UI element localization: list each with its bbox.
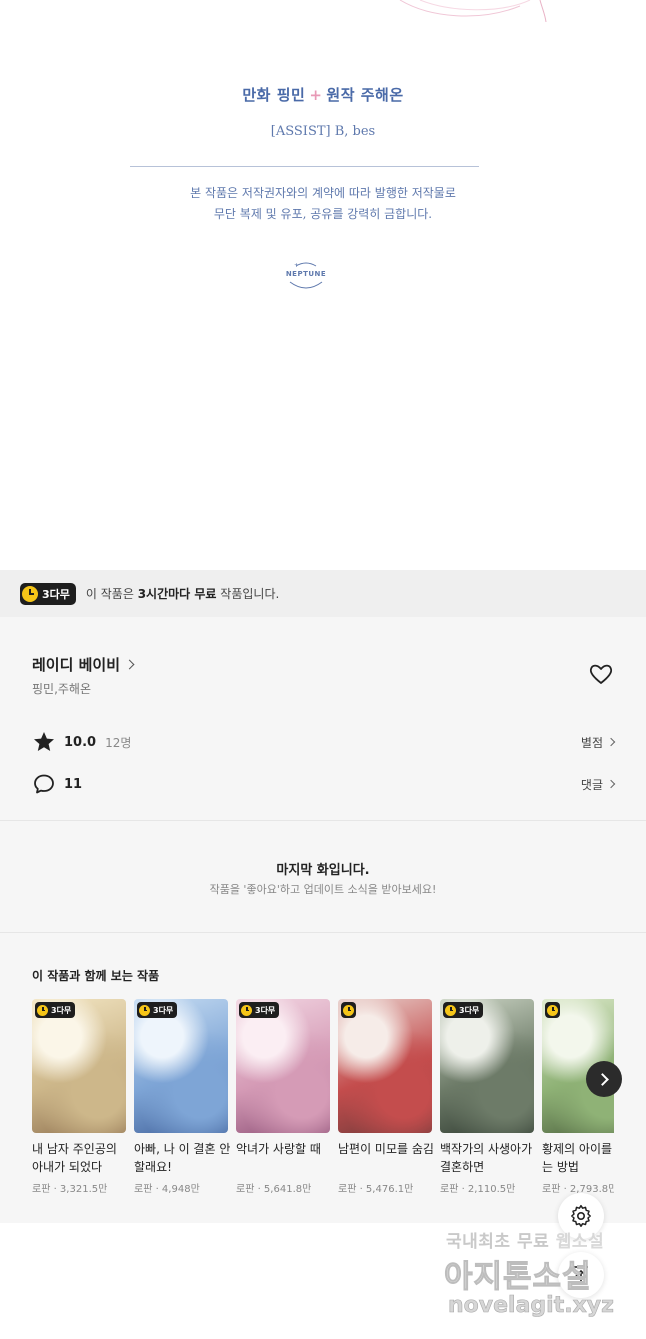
recommendation-card[interactable]: 3다무내 남자 주인공의 아내가 되었다로판 · 3,321.5만: [32, 999, 126, 1195]
recommendation-meta: 로판 · 5,641.8만: [236, 1184, 312, 1195]
recommendation-card[interactable]: 황제의 아이를 숨기는 방법로판 · 2,793.8만: [542, 999, 614, 1195]
copyright-notice-line2: 무단 복제 및 유포, 공유를 강력히 금합니다.: [213, 207, 433, 221]
recommendation-title: 황제의 아이를 숨기는 방법: [542, 1142, 614, 1174]
wait-free-badge: 3다무: [443, 1002, 484, 1018]
plus-sign: +: [309, 86, 323, 104]
recommendation-title: 아빠, 나 이 결혼 안 할래요!: [134, 1142, 231, 1174]
clock-icon: [241, 1004, 252, 1016]
free-banner-text-prefix: 이 작품은: [85, 587, 138, 601]
recommendation-title: 악녀가 사랑할 때: [236, 1142, 321, 1156]
decorative-swirl: [399, 0, 547, 23]
rating-count: 12명: [105, 735, 132, 750]
last-episode-subtitle: 작품을 '좋아요'하고 업데이트 소식을 받아보세요!: [209, 883, 437, 896]
recommendation-card[interactable]: 남편이 미모를 숨김로판 · 5,476.1만: [338, 999, 434, 1195]
recommendation-card[interactable]: 3다무악녀가 사랑할 때로판 · 5,641.8만: [236, 999, 330, 1195]
wait-free-badge-label: 3다무: [459, 1005, 480, 1015]
wait-free-badge-label: 3다무: [153, 1005, 174, 1015]
credit-divider: [130, 166, 479, 167]
clock-icon: [22, 585, 38, 602]
recommendation-meta: 로판 · 2,110.5만: [440, 1184, 516, 1195]
carousel-next-button[interactable]: [586, 1061, 622, 1097]
recommendation-cover: 3다무: [440, 999, 534, 1133]
wait-free-badge: 3다무: [35, 1002, 76, 1018]
recommendations-section: 이 작품과 함께 보는 작품 3다무내 남자 주인공의 아내가 되었다로판 · …: [0, 933, 646, 1223]
wait-free-badge-label: 3다무: [255, 1005, 276, 1015]
wait-free-badge: [545, 1002, 560, 1018]
work-title: 레이디 베이비: [32, 656, 121, 674]
comment-link-label: 댓글: [580, 777, 603, 792]
comment-row: 11 댓글: [32, 771, 616, 797]
free-every-3-hours-banner: 3다무 이 작품은 3시간마다 무료 작품입니다.: [0, 570, 646, 617]
star-icon: [34, 732, 54, 751]
wait-free-badge: 3다무: [137, 1002, 178, 1018]
clock-icon: [37, 1004, 48, 1016]
comment-icon: [34, 774, 54, 794]
original-author: 주해온: [360, 86, 404, 104]
comment-count: 11: [64, 776, 83, 792]
svg-text:+: +: [294, 262, 299, 269]
rating-link[interactable]: 별점: [580, 734, 616, 751]
wait-free-badge: 3다무: [20, 582, 76, 605]
site-watermark: 국내최초 무료 웹소설 아지톤소설 novelagit.xyz: [440, 1223, 640, 1333]
last-episode-notice: 마지막 화입니다. 작품을 '좋아요'하고 업데이트 소식을 받아보세요!: [0, 821, 646, 932]
recommendation-cover: 3다무: [236, 999, 330, 1133]
rating-value: 10.0: [64, 734, 97, 750]
watermark-line1: 국내최초 무료 웹소설: [446, 1227, 604, 1252]
free-banner-text-suffix: 작품입니다.: [216, 587, 280, 601]
clock-icon: [139, 1004, 150, 1016]
studio-logo-mark: +: [289, 262, 323, 289]
wait-free-badge: 3다무: [239, 1002, 280, 1018]
recommendation-meta: 로판 · 3,321.5만: [32, 1184, 108, 1195]
recommendations-title: 이 작품과 함께 보는 작품: [32, 969, 160, 983]
recommendation-card[interactable]: 3다무백작가의 사생아가 결혼하면로판 · 2,110.5만: [440, 999, 534, 1195]
heart-icon: [589, 664, 613, 684]
rating-row: 10.0 12명 별점: [32, 729, 616, 755]
watermark-line2: 아지톤소설: [444, 1259, 592, 1296]
studio-logo: + NEPTUNE: [282, 258, 330, 292]
work-title-link[interactable]: 레이디 베이비: [32, 654, 135, 675]
credit-artist-author: 만화 핑민 + 원작 주해온: [0, 84, 646, 105]
watermark-line1-a: 국내최초 무료: [446, 1232, 550, 1252]
original-label: 원작: [326, 86, 355, 104]
recommendation-meta: 로판 · 5,476.1만: [338, 1184, 414, 1195]
work-authors: 핑민,주해온: [32, 682, 92, 696]
chevron-right-icon: [595, 1072, 609, 1086]
recommendation-meta: 로판 · 4,948만: [134, 1184, 200, 1195]
watermark-line1-b: 웹소설: [555, 1232, 605, 1252]
recommendation-cover: 3다무: [134, 999, 228, 1133]
watermark-line3: novelagit.xyz: [448, 1293, 615, 1319]
free-banner-text: 이 작품은 3시간마다 무료 작품입니다.: [86, 585, 279, 602]
chevron-right-icon: [606, 737, 616, 747]
clock-icon: [445, 1004, 456, 1016]
clock-icon: [343, 1004, 354, 1016]
rating-link-label: 별점: [580, 735, 603, 750]
recommendation-title: 내 남자 주인공의 아내가 되었다: [32, 1142, 117, 1174]
wait-free-badge-label: 3다무: [51, 1005, 72, 1015]
comment-link[interactable]: 댓글: [580, 776, 616, 793]
recommendation-title: 백작가의 사생아가 결혼하면: [440, 1142, 533, 1174]
manhwa-artist: 핑민: [276, 86, 306, 104]
recommendations-carousel[interactable]: 3다무 내 남자 주인공의 아내가 되었다 로판 · 3,321.5만 3다무 아빠, …: [32, 999, 614, 1209]
recommendation-cover: [338, 999, 432, 1133]
episode-credits-image: 만화 핑민 + 원작 주해온 [ASSIST] B, bes 본 작품은 저작권자와…: [0, 0, 646, 570]
copyright-notice-line1: 본 작품은 저작권자와의 계약에 따라 발행한 저작물로: [190, 186, 456, 200]
work-info-panel: 레이디 베이비 핑민,주해온 10.0 12명 별점 11 댓글: [0, 617, 646, 820]
recommendation-title: 남편이 미모를 숨김: [338, 1142, 434, 1156]
chevron-right-icon: [124, 659, 135, 670]
free-banner-text-bold: 3시간마다 무료: [137, 587, 217, 601]
credit-assist: [ASSIST] B, bes: [270, 124, 376, 139]
wait-free-badge: [341, 1002, 356, 1018]
recommendation-cover: 3다무: [32, 999, 126, 1133]
last-episode-title: 마지막 화입니다.: [276, 863, 370, 878]
wait-free-badge-label: 3다무: [42, 587, 70, 601]
manhwa-label: 만화: [242, 86, 271, 104]
like-button[interactable]: [588, 662, 614, 686]
recommendation-card[interactable]: 3다무아빠, 나 이 결혼 안 할래요! 로판 · 4,948만: [134, 999, 230, 1195]
chevron-right-icon: [606, 779, 616, 789]
clock-icon: [547, 1004, 558, 1016]
